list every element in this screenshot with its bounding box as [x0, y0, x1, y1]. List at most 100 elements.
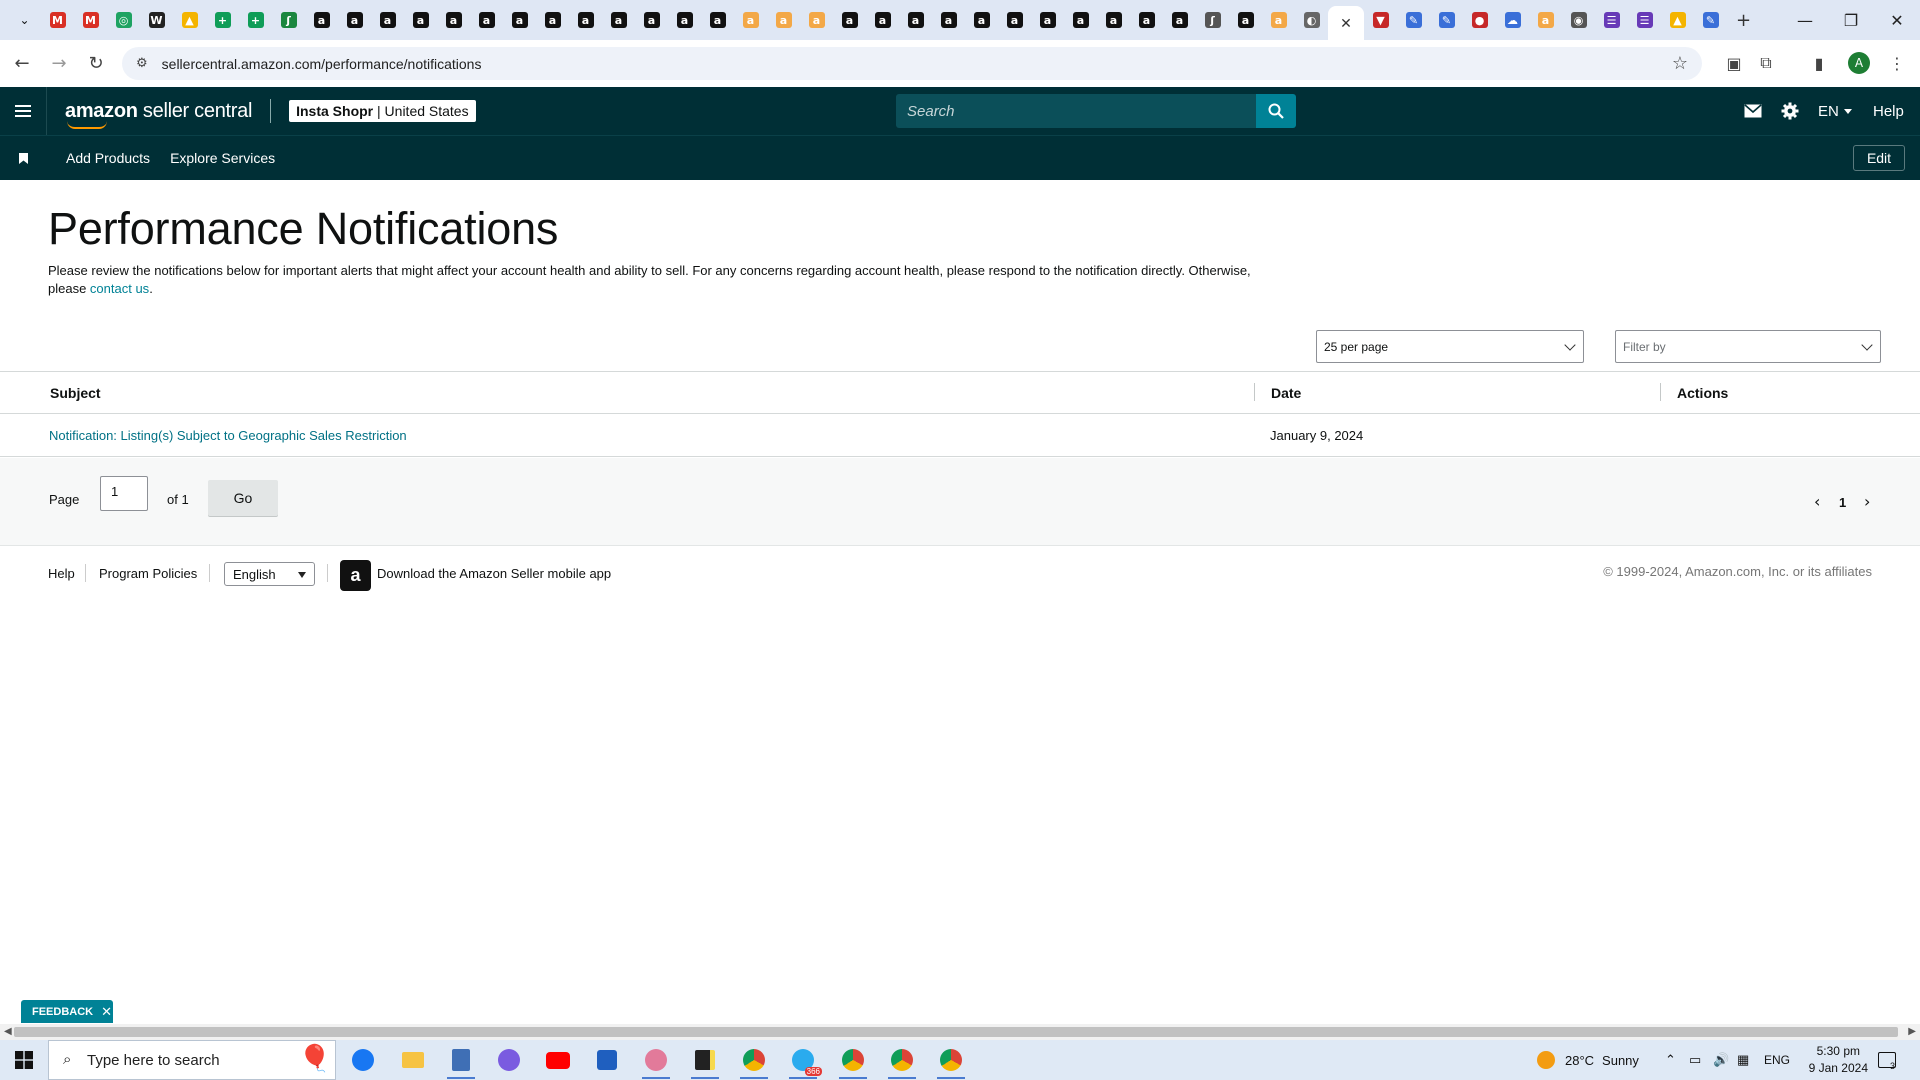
chrome-profile-icon[interactable]: [739, 1045, 769, 1079]
header-help-link[interactable]: Help: [1873, 87, 1904, 135]
nav-link-explore-services[interactable]: Explore Services: [170, 150, 275, 166]
notification-center-icon[interactable]: 3: [1878, 1040, 1896, 1080]
tab-form-icon[interactable]: ☰: [1628, 0, 1661, 40]
reload-icon[interactable]: ↻: [81, 49, 111, 79]
language-selector[interactable]: EN: [1818, 87, 1852, 135]
download-app-link[interactable]: Download the Amazon Seller mobile app: [377, 566, 611, 581]
tab-amazon-smile-icon[interactable]: a: [1262, 0, 1295, 40]
nav-link-add-products[interactable]: Add Products: [66, 150, 150, 166]
page-number-input[interactable]: 1: [100, 476, 148, 511]
tab-amazon-icon[interactable]: a: [404, 0, 437, 40]
mail-icon[interactable]: [1744, 87, 1762, 135]
tab-pencil-app-icon[interactable]: ✎: [1430, 0, 1463, 40]
notification-subject-link[interactable]: Notification: Listing(s) Subject to Geog…: [49, 428, 407, 443]
tab-amazon-icon[interactable]: a: [1163, 0, 1196, 40]
chrome-profile-icon[interactable]: [936, 1045, 966, 1079]
tab-amazon-icon[interactable]: a: [338, 0, 371, 40]
tab-amazon-icon[interactable]: a: [1130, 0, 1163, 40]
tab-amazon-icon[interactable]: a: [569, 0, 602, 40]
feedback-tab[interactable]: FEEDBACK ✕: [21, 1000, 113, 1023]
chrome-profile-icon[interactable]: [887, 1045, 917, 1079]
forward-icon[interactable]: →: [44, 49, 74, 79]
tab-amazon-smile-icon[interactable]: a: [800, 0, 833, 40]
profile-avatar[interactable]: A: [1846, 50, 1872, 76]
snipping-tool-icon[interactable]: [641, 1045, 671, 1079]
tab-amazon-icon[interactable]: a: [998, 0, 1031, 40]
store-icon[interactable]: [592, 1045, 622, 1075]
filter-by-select[interactable]: Filter by: [1615, 330, 1881, 363]
bookmark-star-icon[interactable]: ☆: [1672, 53, 1688, 74]
settings-gear-icon[interactable]: [1781, 87, 1799, 135]
tab-amazon-smile-icon[interactable]: a: [734, 0, 767, 40]
tab-red-circle-icon[interactable]: ●: [1463, 0, 1496, 40]
tab-circle-app-icon[interactable]: ◎: [107, 0, 140, 40]
active-tab-close-icon[interactable]: ✕: [1328, 6, 1364, 40]
tab-globe-icon[interactable]: ◐: [1295, 0, 1328, 40]
close-icon[interactable]: ✕: [101, 1004, 112, 1020]
side-panel-icon[interactable]: ▮: [1806, 50, 1832, 76]
tab-amazon-icon[interactable]: a: [437, 0, 470, 40]
new-tab-icon[interactable]: +: [1727, 0, 1760, 40]
tray-overflow-icon[interactable]: ⌃: [1665, 1040, 1676, 1080]
telegram-icon[interactable]: 366: [788, 1045, 822, 1079]
contact-us-link[interactable]: contact us: [90, 281, 149, 296]
footer-program-policies-link[interactable]: Program Policies: [99, 566, 197, 581]
tab-amazon-icon[interactable]: a: [1097, 0, 1130, 40]
extensions-puzzle-icon[interactable]: ⧉: [1753, 50, 1779, 76]
minimize-icon[interactable]: —: [1782, 0, 1828, 40]
taskbar-clock[interactable]: 5:30 pm 9 Jan 2024: [1809, 1043, 1868, 1077]
restore-icon[interactable]: ❐: [1828, 0, 1874, 40]
horizontal-scrollbar[interactable]: ◀ ▶: [0, 1024, 1920, 1040]
hamburger-menu-icon[interactable]: [0, 87, 46, 135]
sticky-notes-icon[interactable]: [690, 1045, 720, 1079]
tab-amazon-icon[interactable]: a: [701, 0, 734, 40]
column-header-subject[interactable]: Subject: [50, 372, 101, 413]
tab-amazon-icon[interactable]: a: [1229, 0, 1262, 40]
input-language[interactable]: ENG: [1764, 1040, 1790, 1080]
windows-start-icon[interactable]: [0, 1040, 48, 1080]
browser-menu-icon[interactable]: ⋮: [1884, 50, 1910, 76]
tab-amazon-icon[interactable]: a: [371, 0, 404, 40]
tab-amazon-icon[interactable]: a: [866, 0, 899, 40]
bookmark-icon[interactable]: [0, 152, 46, 164]
copilot-icon[interactable]: [494, 1045, 524, 1075]
tab-amazon-icon[interactable]: a: [1064, 0, 1097, 40]
weather-widget[interactable]: 28°C Sunny: [1537, 1040, 1639, 1080]
seller-central-logo[interactable]: amazon seller central: [65, 100, 252, 129]
calculator-icon[interactable]: [446, 1045, 476, 1079]
tab-form-icon[interactable]: ☰: [1595, 0, 1628, 40]
prev-page-icon[interactable]: ‹: [1814, 492, 1820, 511]
tab-gmail-icon[interactable]: M: [74, 0, 107, 40]
scroll-left-icon[interactable]: ◀: [4, 1026, 12, 1037]
tab-sheets-icon[interactable]: +: [239, 0, 272, 40]
tab-pencil-app-icon[interactable]: ✎: [1694, 0, 1727, 40]
tab-amazon-icon[interactable]: a: [668, 0, 701, 40]
per-page-select[interactable]: 25 per page: [1316, 330, 1584, 363]
tab-sheets-icon[interactable]: +: [206, 0, 239, 40]
current-page-number[interactable]: 1: [1839, 495, 1846, 510]
next-page-icon[interactable]: ›: [1864, 492, 1870, 511]
header-search-input[interactable]: Search: [896, 94, 1256, 128]
tab-script-icon[interactable]: ʃ: [272, 0, 305, 40]
volume-icon[interactable]: 🔊: [1713, 1040, 1729, 1080]
tab-search-dropdown-icon[interactable]: ⌄: [8, 0, 41, 40]
network-icon[interactable]: ▦: [1737, 1040, 1749, 1080]
tab-gmail-icon[interactable]: M: [41, 0, 74, 40]
chrome-profile-icon[interactable]: [838, 1045, 868, 1079]
url-bar[interactable]: ⚙ sellercentral.amazon.com/performance/n…: [122, 47, 1702, 80]
site-info-icon[interactable]: ⚙: [136, 56, 148, 71]
tab-amazon-smile-icon[interactable]: a: [767, 0, 800, 40]
tab-wix-icon[interactable]: W: [140, 0, 173, 40]
tab-amazon-icon[interactable]: a: [536, 0, 569, 40]
tab-amazon-icon[interactable]: a: [899, 0, 932, 40]
extension-off-icon[interactable]: ▣: [1721, 50, 1747, 76]
tab-amazon-icon[interactable]: a: [965, 0, 998, 40]
taskbar-search-input[interactable]: ⌕ Type here to search 🎈: [48, 1040, 336, 1080]
facebook-icon[interactable]: [348, 1045, 378, 1075]
tab-script-icon[interactable]: ʃ: [1196, 0, 1229, 40]
youtube-icon[interactable]: [543, 1045, 573, 1075]
back-icon[interactable]: ←: [7, 49, 37, 79]
scroll-right-icon[interactable]: ▶: [1908, 1026, 1916, 1037]
account-switcher[interactable]: Insta Shopr | United States: [289, 100, 476, 122]
amazon-seller-app-icon[interactable]: a: [340, 560, 371, 591]
